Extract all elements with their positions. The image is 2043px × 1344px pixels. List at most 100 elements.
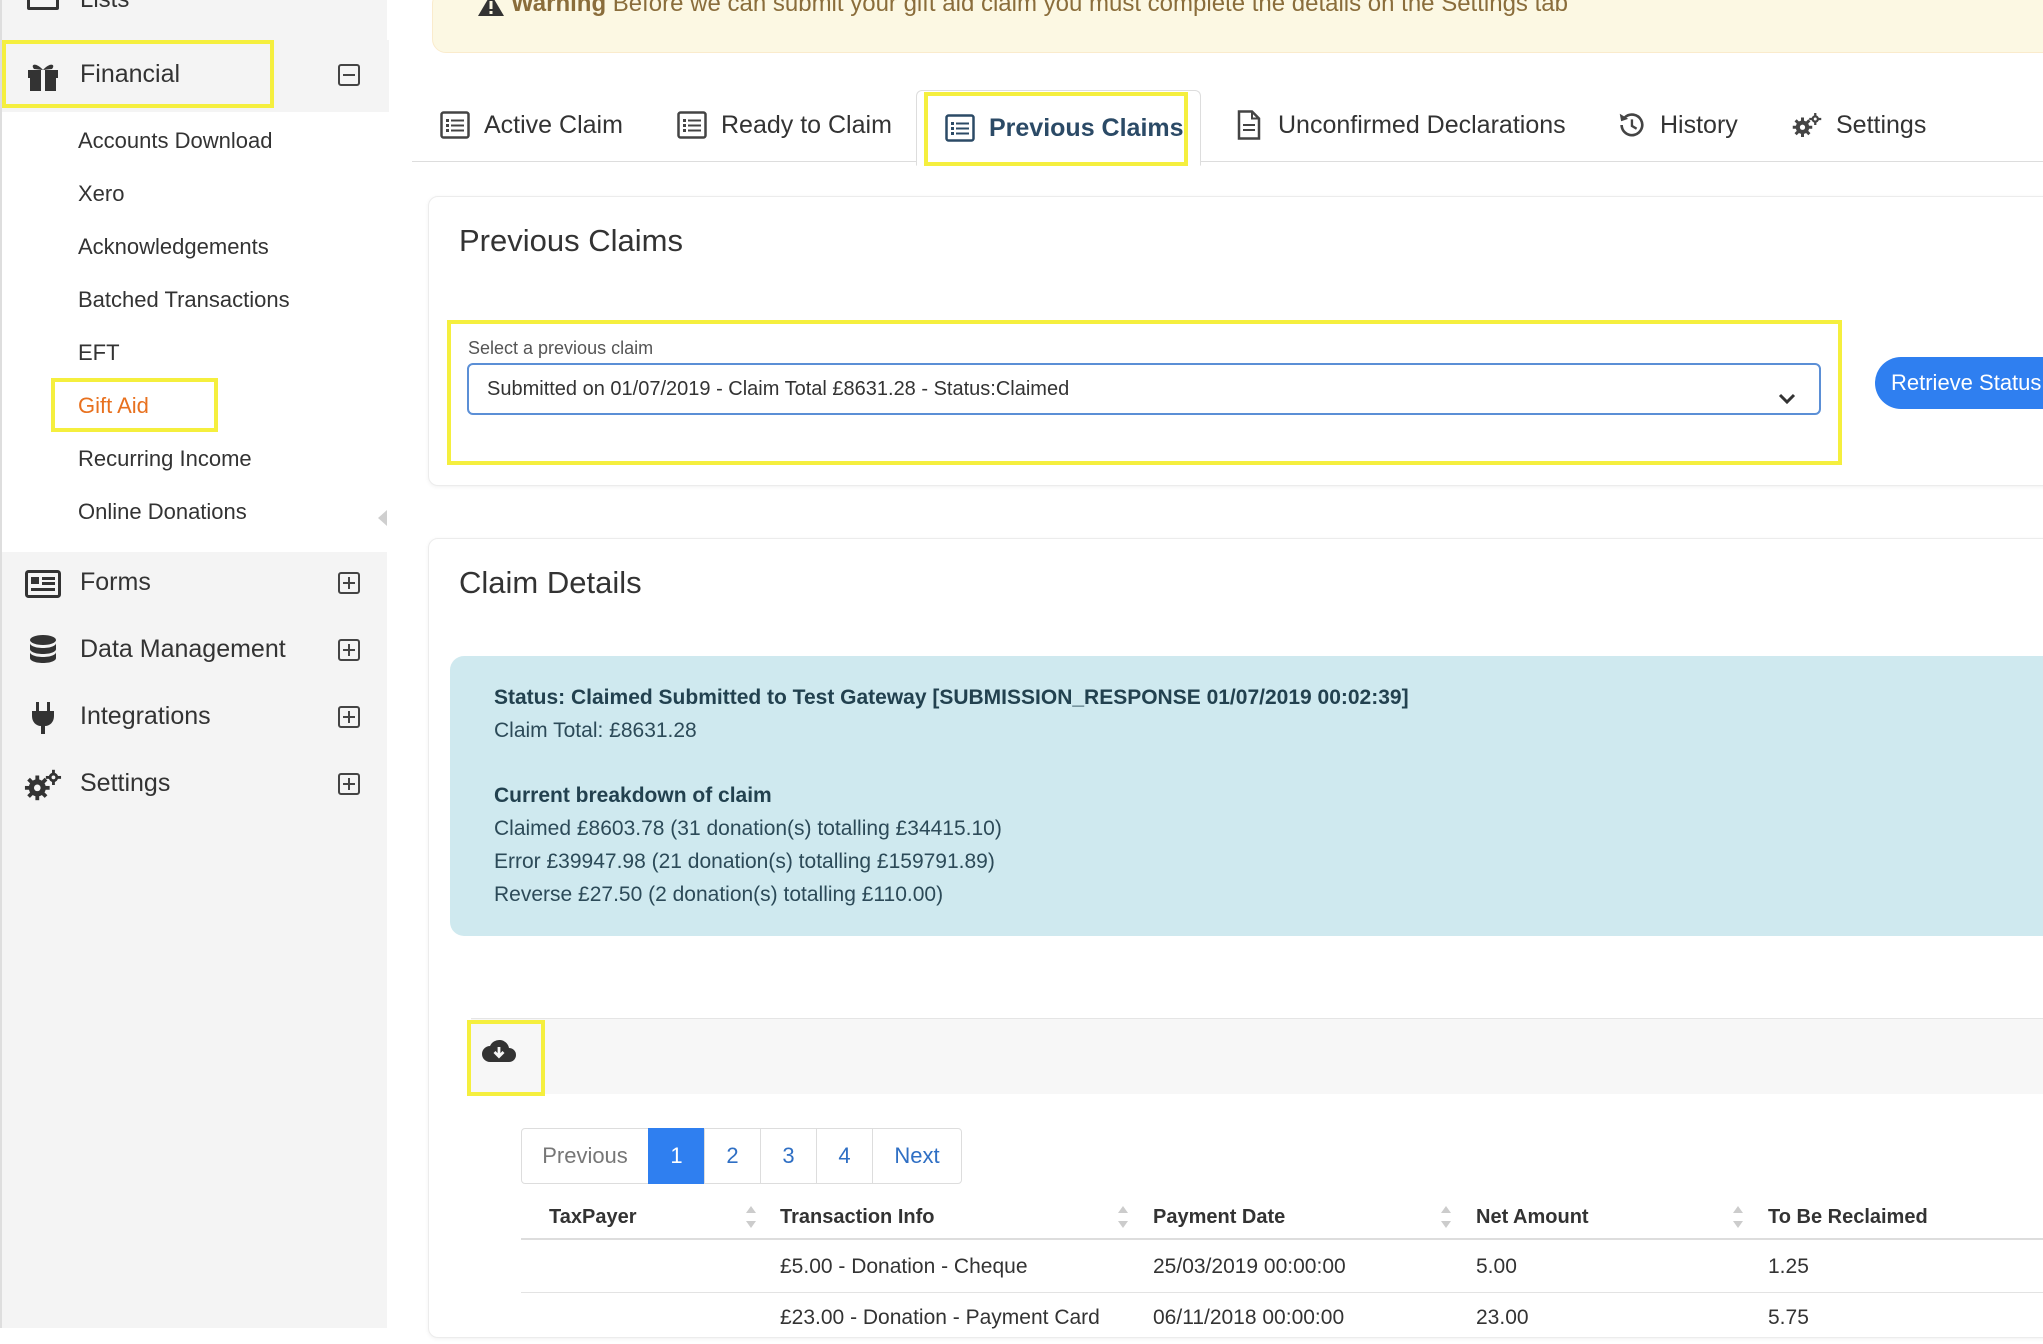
sidebar-item-label: Lists <box>80 0 129 14</box>
sidebar-item-forms[interactable]: Forms <box>2 552 389 616</box>
tab-unconfirmed-declarations[interactable]: Unconfirmed Declarations <box>1234 88 1566 162</box>
tab-label: Unconfirmed Declarations <box>1278 110 1566 139</box>
list-icon <box>677 110 707 140</box>
breakdown-reverse: Reverse £27.50 (2 donation(s) totalling … <box>494 883 944 906</box>
cell-payment-date: 25/03/2019 00:00:00 <box>1153 1255 1346 1278</box>
download-button[interactable] <box>476 1030 522 1076</box>
tab-history[interactable]: History <box>1616 88 1738 162</box>
sidebar-subitem-batched-transactions[interactable]: Batched Transactions <box>78 287 290 313</box>
pagination: Previous 1 2 3 4 Next <box>521 1128 962 1184</box>
breakdown-claimed: Claimed £8603.78 (31 donation(s) totalli… <box>494 817 1002 840</box>
column-header-net-amount[interactable]: Net Amount <box>1476 1206 1589 1229</box>
column-header-transaction-info[interactable]: Transaction Info <box>780 1206 934 1229</box>
pagination-previous[interactable]: Previous <box>521 1128 649 1184</box>
gift-icon <box>24 58 62 94</box>
list-icon <box>440 110 470 140</box>
expand-icon[interactable] <box>338 706 360 728</box>
sidebar-subitem-acknowledgements[interactable]: Acknowledgements <box>78 234 269 260</box>
sidebar-item-integrations[interactable]: Integrations <box>2 686 389 750</box>
sort-icon[interactable] <box>1440 1204 1452 1230</box>
sidebar-item-financial[interactable]: Financial <box>2 44 389 108</box>
cell-to-be-reclaimed: 5.75 <box>1768 1306 1809 1329</box>
plug-icon <box>24 700 62 736</box>
document-icon <box>1234 110 1264 140</box>
gears-icon <box>1792 110 1822 140</box>
history-icon <box>1616 110 1646 140</box>
sidebar-subitem-gift-aid[interactable]: Gift Aid <box>78 393 149 419</box>
tab-label: Ready to Claim <box>721 110 892 139</box>
panel-title: Previous Claims <box>459 223 683 258</box>
tab-settings[interactable]: Settings <box>1792 88 1926 162</box>
sidebar-subitem-eft[interactable]: EFT <box>78 340 120 366</box>
sidebar-item-lists[interactable]: Lists <box>2 0 389 18</box>
sidebar-item-label: Settings <box>80 769 171 797</box>
sidebar-item-data-management[interactable]: Data Management <box>2 619 389 683</box>
claim-status-box: Status: Claimed Submitted to Test Gatewa… <box>450 656 2043 936</box>
table-header: TaxPayer Transaction Info Payment Date N… <box>521 1200 2043 1240</box>
sort-icon[interactable] <box>1732 1204 1744 1230</box>
cell-net-amount: 5.00 <box>1476 1255 1517 1278</box>
expand-icon[interactable] <box>338 572 360 594</box>
cell-to-be-reclaimed: 1.25 <box>1768 1255 1809 1278</box>
sidebar-subitem-accounts-download[interactable]: Accounts Download <box>78 128 272 154</box>
tab-label: History <box>1660 110 1738 139</box>
breakdown-title: Current breakdown of claim <box>494 784 772 807</box>
warning-banner: Warning Before we can submit your gift a… <box>432 0 2043 53</box>
pagination-page-3[interactable]: 3 <box>760 1128 817 1184</box>
tab-bar: Active Claim Ready to Claim Previous Cla… <box>412 88 2043 166</box>
collapse-arrow-icon <box>378 510 387 526</box>
previous-claim-select[interactable]: Submitted on 01/07/2019 - Claim Total £8… <box>467 363 1821 415</box>
database-icon <box>24 633 62 669</box>
sort-icon[interactable] <box>1117 1204 1129 1230</box>
sidebar-item-label: Financial <box>80 60 181 88</box>
sidebar: Lists Financial Accounts Download Xero A… <box>0 0 389 1328</box>
sidebar-subitem-recurring-income[interactable]: Recurring Income <box>78 446 252 472</box>
pagination-page-1[interactable]: 1 <box>648 1128 705 1184</box>
column-header-taxpayer[interactable]: TaxPayer <box>549 1206 636 1229</box>
column-header-to-be-reclaimed[interactable]: To Be Reclaimed <box>1768 1206 1928 1229</box>
selected-claim-value: Submitted on 01/07/2019 - Claim Total £8… <box>487 378 1070 400</box>
expand-icon[interactable] <box>338 639 360 661</box>
table-row[interactable]: £5.00 - Donation - Cheque 25/03/2019 00:… <box>521 1242 2043 1293</box>
collapse-icon[interactable] <box>338 64 360 86</box>
status-line: Status: Claimed Submitted to Test Gatewa… <box>494 686 1409 709</box>
warning-title: Warning <box>511 0 607 17</box>
tab-active-claim[interactable]: Active Claim <box>440 88 623 162</box>
column-header-payment-date[interactable]: Payment Date <box>1153 1206 1285 1229</box>
table-row[interactable]: £23.00 - Donation - Payment Card 06/11/2… <box>521 1293 2043 1344</box>
tab-ready-to-claim[interactable]: Ready to Claim <box>677 88 892 162</box>
sidebar-item-label: Data Management <box>80 635 286 663</box>
pagination-next[interactable]: Next <box>872 1128 962 1184</box>
expand-icon[interactable] <box>338 773 360 795</box>
retrieve-status-button[interactable]: Retrieve Status <box>1875 357 2043 409</box>
list-icon <box>27 0 59 10</box>
chevron-down-icon <box>1777 379 1797 405</box>
sidebar-item-settings[interactable]: Settings <box>2 753 389 817</box>
sidebar-subitem-online-donations[interactable]: Online Donations <box>78 499 247 525</box>
sidebar-subitem-xero[interactable]: Xero <box>78 181 124 207</box>
tab-previous-claims[interactable]: Previous Claims <box>916 90 1201 166</box>
cell-payment-date: 06/11/2018 00:00:00 <box>1153 1306 1345 1329</box>
cell-transaction-info: £5.00 - Donation - Cheque <box>780 1255 1028 1278</box>
financial-submenu: Accounts Download Xero Acknowledgements … <box>2 112 389 552</box>
gears-icon <box>24 767 62 803</box>
pagination-page-4[interactable]: 4 <box>816 1128 873 1184</box>
cell-net-amount: 23.00 <box>1476 1306 1529 1329</box>
table-toolbar <box>471 1018 2043 1094</box>
claim-total: Claim Total: £8631.28 <box>494 719 697 742</box>
previous-claims-panel: Previous Claims <box>428 196 2043 486</box>
pagination-page-2[interactable]: 2 <box>704 1128 761 1184</box>
tab-label: Previous Claims <box>989 113 1184 142</box>
select-label: Select a previous claim <box>468 338 654 358</box>
sort-icon[interactable] <box>745 1204 757 1230</box>
sidebar-item-label: Integrations <box>80 702 211 730</box>
list-icon <box>945 113 975 143</box>
tab-label: Settings <box>1836 110 1927 139</box>
panel-title: Claim Details <box>459 565 642 600</box>
breakdown-error: Error £39947.98 (21 donation(s) totallin… <box>494 850 995 873</box>
cell-transaction-info: £23.00 - Donation - Payment Card <box>780 1306 1100 1329</box>
sidebar-item-label: Forms <box>80 568 151 596</box>
tab-label: Active Claim <box>484 110 623 139</box>
cloud-download-icon <box>482 1038 516 1069</box>
warning-text: Before we can submit your gift aid claim… <box>612 0 1568 17</box>
